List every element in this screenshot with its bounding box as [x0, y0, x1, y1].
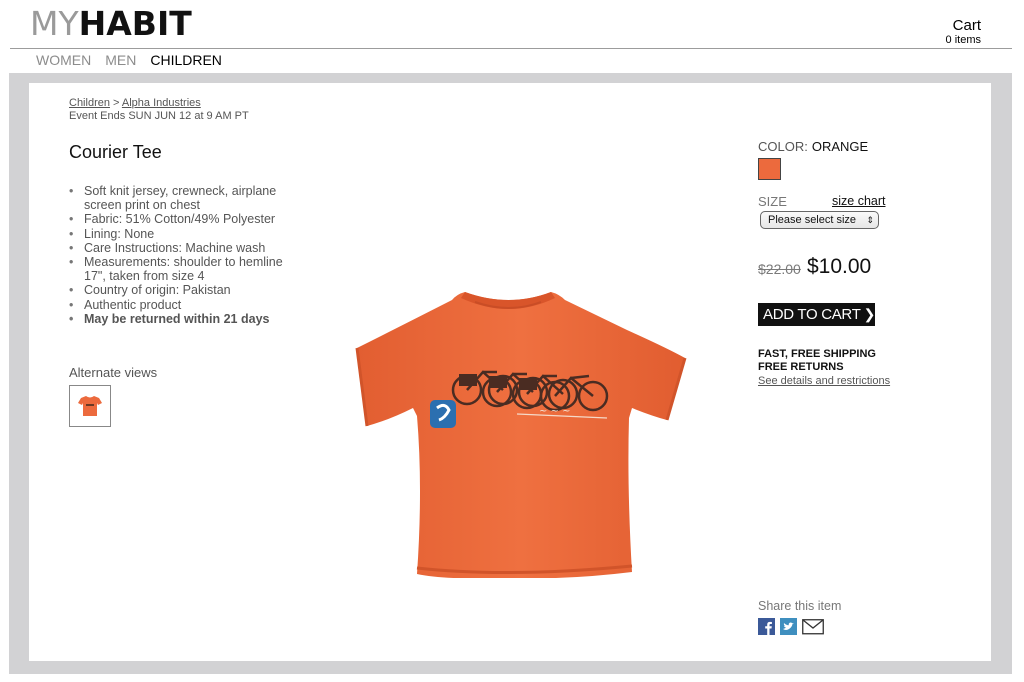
- product-image-tshirt: ~ ~ ~: [355, 292, 687, 578]
- feature-item: Country of origin: Pakistan: [69, 283, 289, 297]
- product-panel: Children > Alpha Industries Event Ends S…: [29, 83, 991, 661]
- size-select-value: Please select size: [768, 214, 857, 226]
- select-arrows-icon: ⇕: [866, 215, 874, 225]
- color-label: COLOR: ORANGE: [758, 139, 868, 154]
- breadcrumb-separator: >: [109, 97, 122, 109]
- color-swatch-orange[interactable]: [758, 158, 781, 180]
- shipping-details-link[interactable]: See details and restrictions: [758, 375, 890, 388]
- logo-text-bold: HABIT: [78, 4, 192, 43]
- feature-item: Care Instructions: Machine wash: [69, 241, 289, 255]
- main-nav: WOMEN MEN CHILDREN: [36, 52, 222, 69]
- feature-item: Authentic product: [69, 298, 289, 312]
- svg-text:~ ~ ~: ~ ~ ~: [539, 406, 571, 417]
- content-frame: Children > Alpha Industries Event Ends S…: [9, 73, 1012, 674]
- feature-item: Measurements: shoulder to hemline 17", t…: [69, 255, 289, 283]
- email-icon[interactable]: [802, 618, 824, 635]
- feature-item: Fabric: 51% Cotton/49% Polyester: [69, 212, 289, 226]
- feature-item: Soft knit jersey, crewneck, airplane scr…: [69, 184, 289, 212]
- header-divider: [10, 48, 1012, 49]
- product-feature-list: Soft knit jersey, crewneck, airplane scr…: [69, 184, 289, 326]
- cart-label[interactable]: Cart: [946, 17, 981, 34]
- site-logo[interactable]: MYHABIT: [30, 6, 192, 42]
- nav-item-men[interactable]: MEN: [105, 52, 136, 69]
- size-label: SIZE: [758, 194, 787, 209]
- twitter-icon[interactable]: [780, 618, 797, 635]
- share-label: Share this item: [758, 599, 842, 613]
- shipping-line-2: FREE RETURNS: [758, 361, 844, 373]
- product-title: Courier Tee: [69, 142, 162, 162]
- nav-item-children[interactable]: CHILDREN: [150, 52, 222, 69]
- add-to-cart-button[interactable]: ADD TO CART ❯: [758, 303, 875, 326]
- facebook-icon[interactable]: [758, 618, 775, 635]
- cart-item-count: 0 items: [945, 34, 981, 46]
- tshirt-thumbnail-icon: [78, 396, 102, 416]
- add-to-cart-label: ADD TO CART: [763, 306, 861, 323]
- breadcrumb: Children > Alpha Industries: [69, 97, 201, 110]
- color-label-text: COLOR:: [758, 139, 808, 154]
- event-end-time: Event Ends SUN JUN 12 at 9 AM PT: [69, 110, 249, 122]
- alternate-views-label: Alternate views: [69, 365, 158, 380]
- size-chart-link[interactable]: size chart: [832, 194, 886, 209]
- cart[interactable]: Cart 0 items: [946, 17, 981, 46]
- share-icons: [758, 618, 824, 635]
- logo-text-light: MY: [30, 4, 79, 43]
- chevron-right-icon: ❯: [863, 306, 876, 322]
- nav-item-women[interactable]: WOMEN: [36, 52, 91, 69]
- shipping-line-1: FAST, FREE SHIPPING: [758, 348, 876, 360]
- alternate-view-thumbnail[interactable]: [69, 385, 111, 427]
- size-select[interactable]: Please select size ⇕: [760, 211, 879, 229]
- feature-item-returns: May be returned within 21 days: [69, 312, 289, 326]
- breadcrumb-link-brand[interactable]: Alpha Industries: [122, 97, 201, 109]
- color-value: ORANGE: [811, 139, 869, 154]
- original-price: $22.00: [758, 261, 801, 277]
- feature-item: Lining: None: [69, 227, 289, 241]
- sale-price: $10.00: [807, 255, 872, 278]
- breadcrumb-link-children[interactable]: Children: [69, 97, 110, 109]
